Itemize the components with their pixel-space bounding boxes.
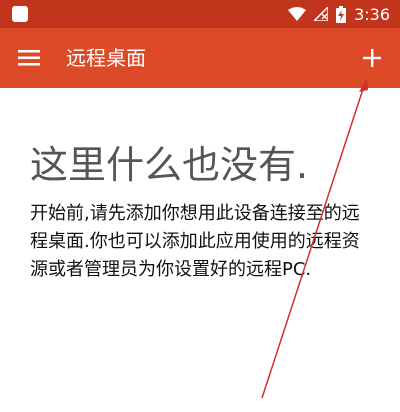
- app-bar: 远程桌面: [0, 28, 400, 88]
- battery-charging-icon: [336, 5, 347, 23]
- menu-button[interactable]: [16, 44, 44, 72]
- app-title: 远程桌面: [66, 46, 146, 70]
- status-icons: 3:36: [288, 0, 390, 28]
- empty-state-description: 开始前,请先添加你想用此设备连接至的远程桌面.你也可以添加此应用使用的远程资源或…: [30, 203, 360, 280]
- status-bar: 3:36: [0, 0, 400, 28]
- empty-state-heading: 这里什么也没有.: [30, 143, 309, 187]
- wifi-icon: [288, 7, 307, 21]
- hamburger-menu-icon: [18, 50, 40, 66]
- no-signal-icon: [314, 7, 329, 21]
- plus-icon: [363, 49, 381, 67]
- notification-icon: [12, 6, 28, 22]
- status-time: 3:36: [354, 4, 390, 24]
- add-button[interactable]: [358, 44, 386, 72]
